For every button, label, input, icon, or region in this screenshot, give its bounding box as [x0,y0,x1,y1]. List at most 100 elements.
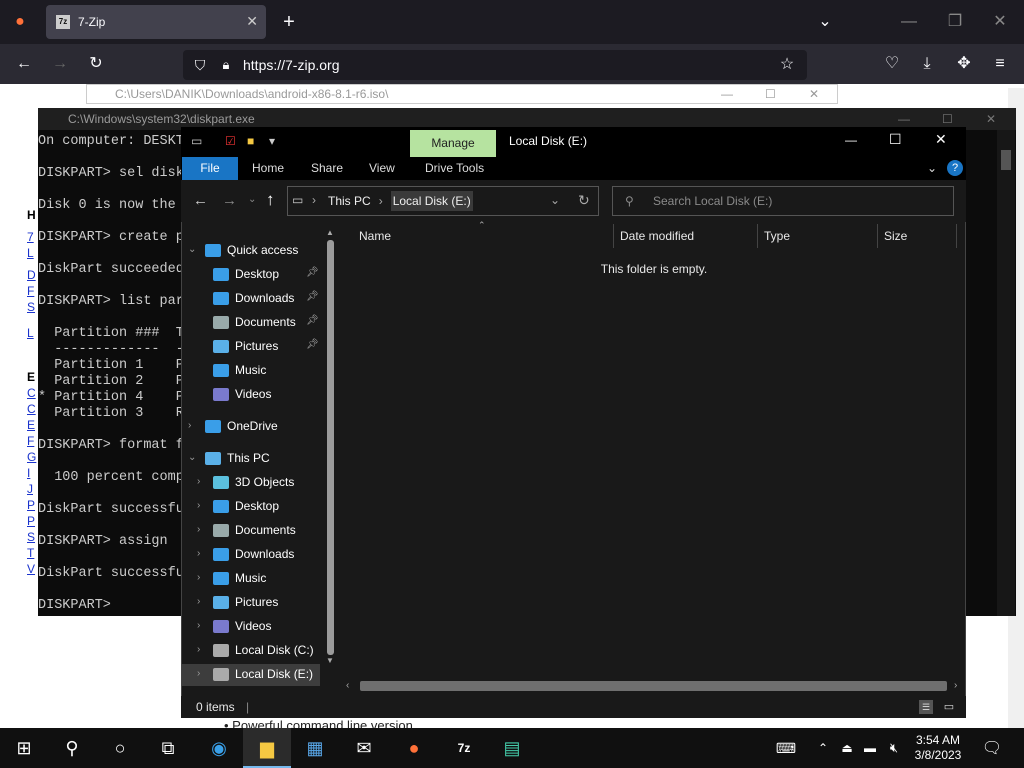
column-separator[interactable] [757,224,758,248]
address-bar[interactable]: ▭ › This PC › Local Disk (E:) ⌄ ↻ [287,186,599,216]
minimize-browser-icon[interactable]: — [899,12,919,32]
column-separator[interactable] [956,224,957,248]
nav-item-music[interactable]: Music [213,359,266,381]
firefox-taskbar-icon[interactable]: ● [390,728,438,768]
recent-locations-icon[interactable]: ⌄ [248,194,256,205]
nav-item-pictures[interactable]: Pictures [213,335,278,357]
hscroll-right-icon[interactable]: › [954,680,957,691]
cmd-output[interactable]: On computer: DESKT DISKPART> sel disk Disk… [38,134,184,614]
system-clock[interactable]: 3:54 AM 3/8/2023 [908,733,968,763]
browser-tab[interactable]: 7z 7-Zip ✕ [46,5,266,39]
menu-icon[interactable]: ≡ [990,54,1010,74]
page-link[interactable]: F [27,284,34,298]
collapsed-chevron-icon[interactable]: › [197,524,200,535]
list-tabs-icon[interactable]: ⌄ [815,12,835,32]
page-link[interactable]: E [27,418,35,432]
diskpart-taskbar-icon[interactable]: ▤ [488,728,536,768]
back-icon[interactable]: ← [14,54,34,74]
url-text[interactable]: https://7-zip.org [243,57,340,73]
collapsed-chevron-icon[interactable]: › [197,500,200,511]
forward-icon[interactable]: → [50,54,70,74]
manage-contextual-tab[interactable]: Manage [410,130,496,157]
nav-item-videos[interactable]: Videos [213,383,271,405]
bg-close-icon[interactable]: ✕ [809,85,819,103]
page-link[interactable]: L [27,326,34,340]
explorer-minimize-icon[interactable]: — [845,133,857,147]
collapsed-chevron-icon[interactable]: › [197,548,200,559]
nav-pc-item[interactable]: Desktop [213,495,279,517]
shield-icon[interactable]: ⛉ [191,55,209,75]
volume-muted-icon[interactable]: 🔇︎ [882,728,906,768]
reload-icon[interactable]: ↻ [86,54,106,74]
search-placeholder[interactable]: Search Local Disk (E:) [653,194,772,208]
page-link[interactable]: G [27,450,36,464]
firefox-logo-icon[interactable]: ● [10,12,30,32]
hscroll-left-icon[interactable]: ‹ [346,680,349,691]
usb-icon[interactable]: ⏏ [836,728,858,768]
cmd-scrollbar[interactable] [997,130,1015,616]
page-link[interactable]: T [27,546,34,560]
expanded-chevron-icon[interactable]: ⌄ [188,244,196,255]
column-date-modified[interactable]: Date modified [620,226,694,246]
explorer-maximize-icon[interactable]: ☐ [889,131,902,148]
network-icon[interactable]: ▬ [858,728,882,768]
close-tab-icon[interactable]: ✕ [246,13,258,30]
tab-drive-tools[interactable]: Drive Tools [425,157,484,180]
nav-back-icon[interactable]: ← [193,192,208,209]
url-bar[interactable]: ⛉ 🔒︎ https://7-zip.org ☆ [183,50,807,80]
nav-scroll-up-icon[interactable]: ▲ [326,228,334,237]
collapsed-chevron-icon[interactable]: › [197,572,200,583]
column-name[interactable]: Name [359,226,391,246]
collapsed-chevron-icon[interactable]: › [197,644,200,655]
large-icons-view-icon[interactable]: ▭ [942,700,956,714]
pocket-icon[interactable]: ♡ [882,54,902,74]
explorer-titlebar[interactable]: ▭ ☑ ■ ▾ Local Disk (E:) — ☐ ✕ [181,127,966,157]
lock-icon[interactable]: 🔒︎ [217,55,235,75]
address-dropdown-icon[interactable]: ⌄ [550,193,560,207]
page-link[interactable]: I [27,466,30,480]
cmd-scroll-thumb[interactable] [1001,150,1011,170]
nav-pc-item[interactable]: Downloads [213,543,294,565]
nav-this-pc[interactable]: This PC [205,447,270,469]
collapsed-chevron-icon[interactable]: › [188,420,191,431]
new-folder-icon[interactable]: ■ [247,134,254,148]
breadcrumb-this-pc[interactable]: This PC [328,194,371,208]
close-browser-icon[interactable]: ✕ [990,12,1010,32]
task-view-icon[interactable]: ⧉ [144,728,192,768]
nav-scroll-down-icon[interactable]: ▼ [326,656,334,665]
nav-pc-item[interactable]: Local Disk (C:) [213,639,314,661]
properties-icon[interactable]: ☑ [225,134,236,148]
cmd-close-icon[interactable]: ✕ [986,108,996,130]
bg-minimize-icon[interactable]: — [721,85,733,103]
page-link[interactable]: P [27,514,35,528]
nav-forward-icon[interactable]: → [222,192,237,209]
nav-item-desktop[interactable]: Desktop [213,263,279,285]
page-link[interactable]: V [27,562,35,576]
page-link[interactable]: D [27,268,36,282]
page-link[interactable]: S [27,530,35,544]
downloads-icon[interactable]: ⤓ [917,54,937,74]
cortana-icon[interactable]: ○ [96,728,144,768]
notifications-icon[interactable]: 🗨︎ [970,728,1014,768]
expand-ribbon-icon[interactable]: ⌄ [927,161,937,175]
tab-share[interactable]: Share [311,157,343,180]
nav-pc-item[interactable]: Pictures [213,591,278,613]
details-view-icon[interactable]: ☰ [919,700,933,714]
edge-icon[interactable]: ◉ [195,728,243,768]
nav-item-documents[interactable]: Documents [213,311,296,333]
nav-pc-item[interactable]: Documents [213,519,296,541]
nav-scroll-thumb[interactable] [327,240,334,655]
new-tab-button[interactable]: + [279,12,299,32]
page-link[interactable]: J [27,482,33,496]
qat-dropdown-icon[interactable]: ▾ [269,134,275,148]
nav-item-downloads[interactable]: Downloads [213,287,294,309]
column-separator[interactable] [613,224,614,248]
search-taskbar-icon[interactable]: ⚲ [48,728,96,768]
breadcrumb-current[interactable]: Local Disk (E:) [390,191,473,211]
tab-home[interactable]: Home [252,157,284,180]
page-link[interactable]: H [27,208,36,222]
page-link[interactable]: L [27,246,34,260]
nav-pc-item[interactable]: Music [213,567,266,589]
extensions-icon[interactable]: ✥ [954,54,974,74]
content-hscroll-thumb[interactable] [360,681,947,691]
